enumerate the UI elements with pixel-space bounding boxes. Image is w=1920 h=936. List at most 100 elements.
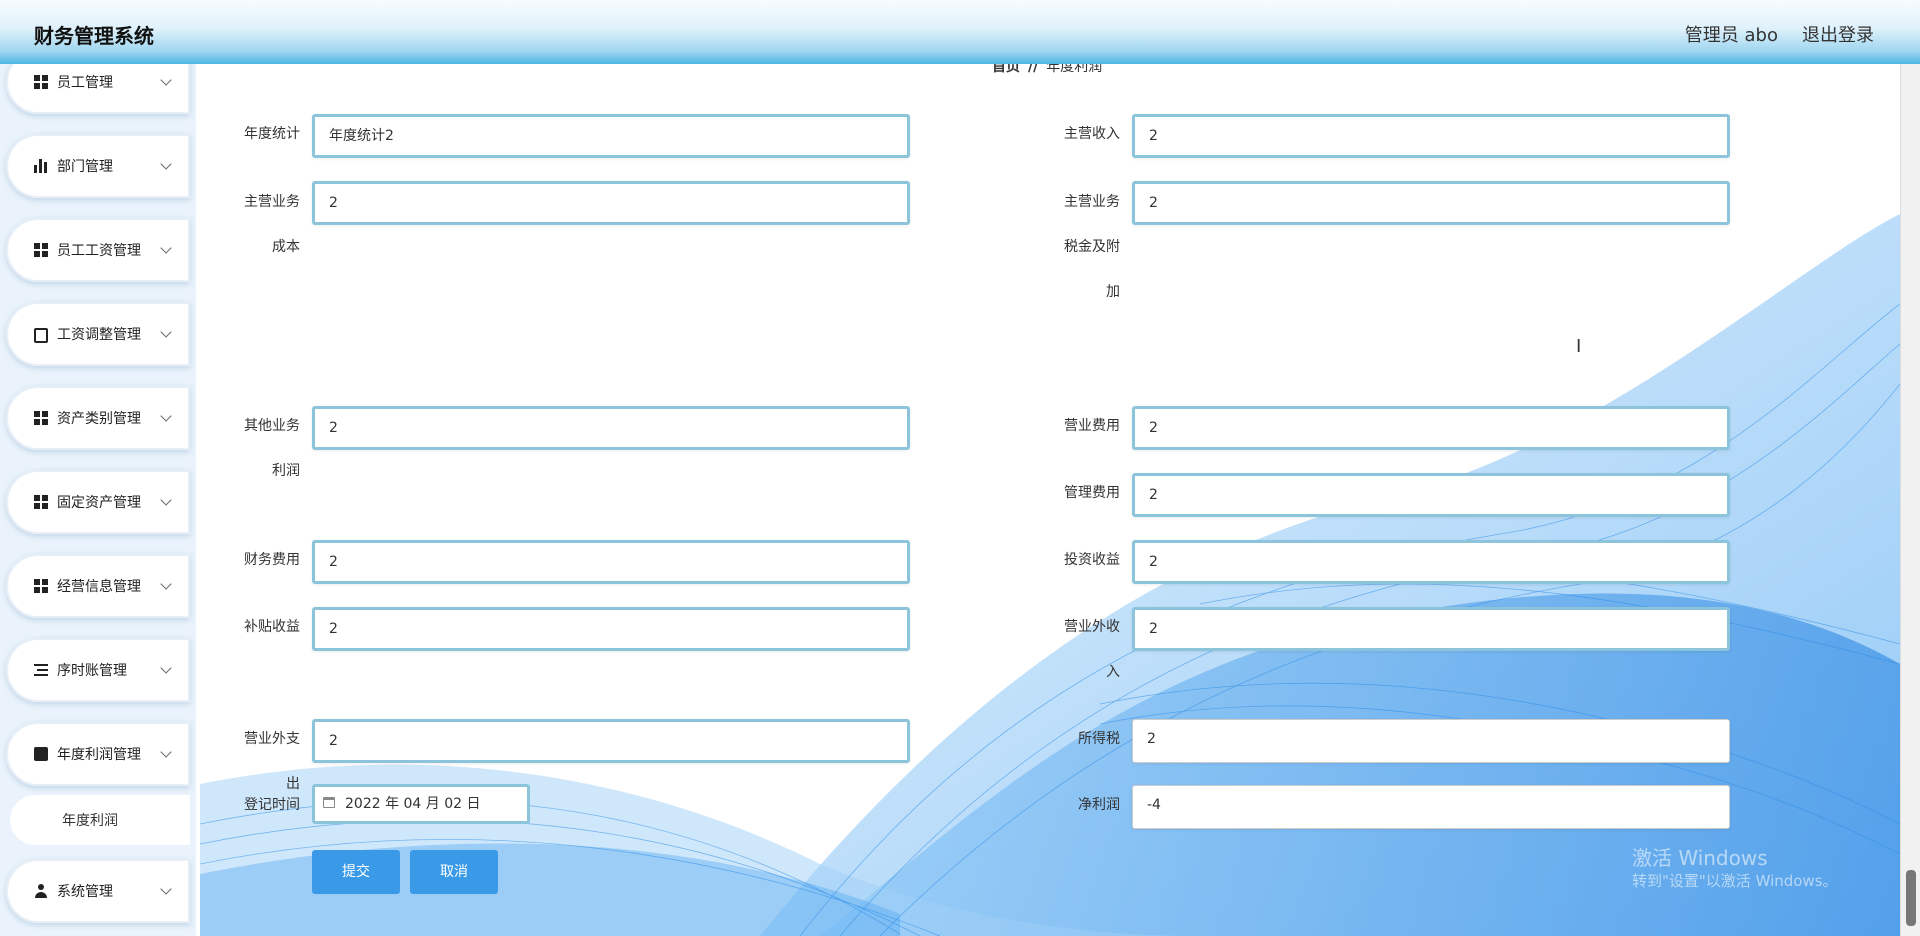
sidebar-item-label: 工资调整管理 <box>57 327 141 343</box>
chevron-down-icon <box>160 578 172 590</box>
sidebar-item-salary-adjust[interactable]: 工资调整管理 <box>6 302 190 366</box>
chevron-down-icon <box>160 883 172 895</box>
annual-stat-input[interactable]: 年度统计2 <box>312 114 910 158</box>
label-reg-time: 登记时间 <box>244 797 300 813</box>
sidebar-item-system[interactable]: 系统管理 <box>6 859 190 923</box>
sidebar-item-annual-profit[interactable]: 年度利润管理 <box>6 722 190 786</box>
sidebar-item-business-info[interactable]: 经营信息管理 <box>6 554 190 618</box>
label-finance-expense: 财务费用 <box>244 552 300 568</box>
user-icon <box>34 884 48 898</box>
label-other-profit: 其他业务 利润 <box>244 404 300 494</box>
sidebar-item-asset-category[interactable]: 资产类别管理 <box>6 386 190 450</box>
scrollbar-thumb[interactable] <box>1906 870 1916 926</box>
clipboard-icon <box>34 327 48 343</box>
bar-chart-icon <box>34 159 48 173</box>
sidebar-item-journal[interactable]: 序时账管理 <box>6 638 190 702</box>
logout-link[interactable]: 退出登录 <box>1802 21 1874 47</box>
sidebar-item-label: 序时账管理 <box>57 663 127 679</box>
label-main-tax: 主营业务 税金及附 加 <box>1064 180 1120 315</box>
label-main-income: 主营收入 <box>1064 126 1120 142</box>
grid-icon <box>34 411 48 425</box>
label-subsidy-income: 补贴收益 <box>244 619 300 635</box>
label-line: 主营业务 <box>244 194 300 210</box>
grid-icon <box>34 495 48 509</box>
label-sales-expense: 营业费用 <box>1064 418 1120 434</box>
cancel-button[interactable]: 取消 <box>410 850 498 894</box>
submit-button[interactable]: 提交 <box>312 850 400 894</box>
grid-icon <box>34 579 48 593</box>
page-scrollbar[interactable] <box>1900 64 1920 936</box>
sidebar-item-label: 资产类别管理 <box>57 411 141 427</box>
label-line: 其他业务 <box>244 418 300 434</box>
chevron-down-icon <box>160 746 172 758</box>
label-line: 营业外收 <box>1064 619 1120 635</box>
sidebar-item-label: 部门管理 <box>57 159 113 175</box>
income-tax-input[interactable]: 2 <box>1132 719 1730 763</box>
grid-icon <box>34 243 48 257</box>
top-header: 财务管理系统 管理员 abo 退出登录 <box>0 0 1920 64</box>
main-tax-input[interactable]: 2 <box>1132 181 1730 225</box>
sidebar: 员工管理 部门管理 员工工资管理 工资调整管理 资产类别管理 固定资产管理 经营… <box>0 64 196 936</box>
label-income-tax: 所得税 <box>1078 731 1120 747</box>
check-clipboard-icon <box>34 747 48 761</box>
chevron-down-icon <box>160 74 172 86</box>
sidebar-item-label: 员工工资管理 <box>57 243 141 259</box>
main-content: 首页//年度利润 年度统计 年度统计2 主营业务 成本 2 其他业务 利润 2 … <box>200 64 1900 936</box>
net-profit-input[interactable]: -4 <box>1132 785 1730 829</box>
submenu-item-annual-profit[interactable]: 年度利润 <box>10 795 190 845</box>
label-line: 入 <box>1106 664 1120 680</box>
label-annual-stat: 年度统计 <box>244 126 300 142</box>
current-user: 管理员 abo <box>1684 25 1778 46</box>
invest-income-input[interactable]: 2 <box>1132 540 1730 584</box>
windows-watermark-title: 激活 Windows <box>1632 846 1768 870</box>
windows-watermark-hint: 转到"设置"以激活 Windows。 <box>1632 872 1838 890</box>
sidebar-item-salary[interactable]: 员工工资管理 <box>6 218 190 282</box>
sidebar-item-label: 固定资产管理 <box>57 495 141 511</box>
list-icon <box>34 663 48 677</box>
sales-expense-input[interactable]: 2 <box>1132 406 1730 450</box>
breadcrumb-separator: // <box>1028 64 1039 75</box>
label-line: 主营业务 <box>1064 194 1120 210</box>
label-main-cost: 主营业务 成本 <box>244 180 300 270</box>
subsidy-income-input[interactable]: 2 <box>312 607 910 651</box>
chevron-down-icon <box>160 494 172 506</box>
main-income-input[interactable]: 2 <box>1132 114 1730 158</box>
nonop-income-input[interactable]: 2 <box>1132 607 1730 651</box>
app-title: 财务管理系统 <box>34 24 154 48</box>
breadcrumb-home[interactable]: 首页 <box>992 64 1020 75</box>
chevron-down-icon <box>160 410 172 422</box>
label-nonop-income: 营业外收 入 <box>1064 605 1120 695</box>
sidebar-item-label: 经营信息管理 <box>57 579 141 595</box>
label-line: 税金及附 <box>1064 239 1120 255</box>
other-profit-input[interactable]: 2 <box>312 406 910 450</box>
reg-time-date-picker[interactable]: 2022 年 04 月 02 日 <box>312 784 530 824</box>
sidebar-item-employee[interactable]: 员工管理 <box>6 64 190 114</box>
sidebar-item-label: 系统管理 <box>57 884 113 900</box>
breadcrumb: 首页 // 年度利润 <box>992 64 1102 76</box>
label-admin-expense: 管理费用 <box>1064 485 1120 501</box>
label-line: 成本 <box>272 239 300 255</box>
admin-expense-input[interactable]: 2 <box>1132 473 1730 517</box>
sidebar-item-label: 年度利润管理 <box>57 747 141 763</box>
main-cost-input[interactable]: 2 <box>312 181 910 225</box>
finance-expense-input[interactable]: 2 <box>312 540 910 584</box>
chevron-down-icon <box>160 326 172 338</box>
label-invest-income: 投资收益 <box>1064 552 1120 568</box>
sidebar-item-label: 员工管理 <box>57 75 113 91</box>
reg-time-value: 2022 年 04 月 02 日 <box>345 796 481 812</box>
calendar-icon <box>323 797 335 808</box>
label-line: 营业外支 <box>244 731 300 747</box>
text-cursor-icon: I <box>1576 336 1582 357</box>
sidebar-item-department[interactable]: 部门管理 <box>6 134 190 198</box>
label-net-profit: 净利润 <box>1078 797 1120 813</box>
chevron-down-icon <box>160 662 172 674</box>
label-line: 加 <box>1106 284 1120 300</box>
ime-toolbar <box>1224 906 1424 926</box>
chevron-down-icon <box>160 158 172 170</box>
label-line: 利润 <box>272 463 300 479</box>
nonop-expense-input[interactable]: 2 <box>312 719 910 763</box>
sidebar-item-fixed-asset[interactable]: 固定资产管理 <box>6 470 190 534</box>
grid-icon <box>34 75 48 89</box>
chevron-down-icon <box>160 242 172 254</box>
breadcrumb-current: 年度利润 <box>1046 64 1103 75</box>
